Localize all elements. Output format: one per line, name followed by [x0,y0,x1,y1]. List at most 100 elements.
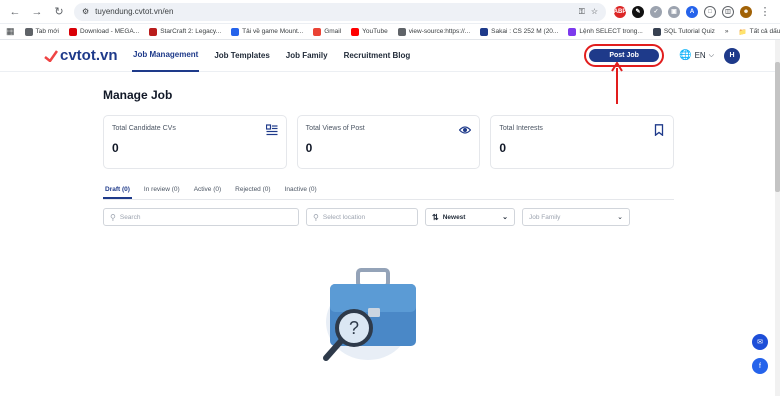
site-info-icon[interactable]: ⚙ [82,7,89,16]
stat-value: 0 [112,141,119,155]
bookmark-item[interactable]: StarCraft 2: Legacy... [149,27,222,36]
page-title: Manage Job [103,88,173,102]
bookmark-item[interactable]: Tải về game Mount... [231,27,304,36]
bookmark-item[interactable]: Sakai : CS 252 M (20... [480,27,559,36]
bookmark-label: Download - MEGA... [79,28,140,35]
extensions-area: ABP ✎ ✓ ▣ A □ ◫ ☻ ⋮ [614,5,772,19]
nav-job-templates[interactable]: Job Templates [213,40,270,72]
sort-select[interactable]: ⇅ Newest ⌄ [425,208,515,226]
bookmark-item[interactable]: Download - MEGA... [68,27,140,36]
bookmark-label: Sakai : CS 252 M (20... [491,28,559,35]
bookmark-label: view-source:https://... [408,28,471,35]
language-selector[interactable]: 🌐 EN ⌵ [679,50,714,61]
location-pin-icon: ⚲ [313,212,319,222]
bookmark-favicon-icon [24,27,33,36]
all-bookmarks-label: Tất cả dấu trang [749,28,780,35]
nav-job-family[interactable]: Job Family [285,40,329,72]
stat-label: Total Candidate CVs [112,125,176,132]
job-family-placeholder: Job Family [529,213,561,221]
apps-icon[interactable]: ▦ [6,26,15,37]
url-text: tuyendung.cvtot.vn/en [95,7,174,16]
all-bookmarks-folder[interactable]: 📁Tất cả dấu trang [739,28,780,36]
app-header: cvtot.vn Job Management Job Templates Jo… [0,40,780,72]
tab-draft[interactable]: Draft (0) [103,182,132,199]
avatar[interactable]: H [724,47,740,64]
bookmark-favicon-icon [351,27,360,36]
folder-icon: 📁 [738,28,747,36]
back-icon[interactable]: ← [8,5,22,19]
location-placeholder: Select location [322,213,366,221]
scrollbar-thumb[interactable] [775,62,780,192]
stats-row: Total Candidate CVs 0 Total Views of Pos… [103,115,675,169]
bookmark-label: Tải về game Mount... [242,28,304,35]
stat-card-interests: Total Interests 0 [490,115,675,169]
bookmark-item[interactable]: SQL Tutorial Quiz [652,27,715,36]
search-input[interactable]: ⚲ Search [103,208,299,226]
bookmark-label: Tab mới [35,28,59,35]
bookmark-favicon-icon [397,27,406,36]
bookmark-label: StarCraft 2: Legacy... [160,28,222,35]
post-job-button[interactable]: Post Job [584,44,665,67]
sidepanel-icon[interactable]: ◫ [722,5,734,18]
tab-inactive[interactable]: Inactive (0) [283,182,319,199]
bookmark-favicon-icon [231,27,240,36]
bookmark-item[interactable]: view-source:https://... [397,27,471,36]
key-icon[interactable]: ⚿ [579,7,585,17]
menu-dots-icon[interactable]: ⋮ [758,5,772,19]
shield-extension-icon[interactable]: ▣ [668,5,680,18]
bookmark-item[interactable]: Gmail [313,27,342,36]
forward-icon[interactable]: → [30,5,44,19]
logo[interactable]: cvtot.vn [44,47,128,64]
location-select[interactable]: ⚲ Select location [306,208,418,226]
main-content: Manage Job Total Candidate CVs 0 Total V… [0,88,780,226]
profile-avatar-icon[interactable]: ☻ [740,5,752,18]
nav-recruitment-blog[interactable]: Recruitment Blog [343,40,412,72]
nav-job-management[interactable]: Job Management [132,40,200,72]
chevron-down-icon: ⌵ [708,51,714,59]
logo-text: cvtot.vn [60,47,118,64]
stat-value: 0 [499,141,507,155]
eye-icon [459,126,472,134]
bookmark-label: SQL Tutorial Quiz [663,28,715,35]
bookmark-favicon-icon [480,27,489,36]
logo-mark-icon [44,49,58,62]
adblock-icon[interactable]: ABP [614,5,626,18]
bookmark-favicon-icon [568,27,577,36]
globe-icon: 🌐 [679,50,692,61]
stat-value: 0 [305,141,313,155]
facebook-messenger-button[interactable]: f [752,358,768,374]
bookmark-label: Gmail [324,28,342,35]
job-family-select[interactable]: Job Family ⌄ [522,208,630,226]
stat-label: Total Interests [499,125,543,132]
bookmark-favicon-icon [652,27,661,36]
bookmark-favicon-icon [313,27,322,36]
extension-icon[interactable]: ✓ [650,5,662,18]
main-nav: Job Management Job Templates Job Family … [132,40,411,72]
chat-widget-button[interactable]: ✉ [752,334,768,350]
bookmark-favicon-icon [149,27,158,36]
chevron-down-icon: ⌄ [502,214,508,221]
bookmark-item[interactable]: Tab mới [24,27,59,36]
browser-toolbar: ← → ↻ ⚙ tuyendung.cvtot.vn/en ⚿ ☆ ABP ✎ … [0,0,780,24]
sort-icon: ⇅ [432,212,439,222]
tab-active[interactable]: Active (0) [192,182,223,199]
bookmark-label: YouTube [362,28,388,35]
reload-icon[interactable]: ↻ [52,5,66,19]
search-placeholder: Search [119,213,141,221]
translate-icon[interactable]: A [686,5,698,18]
tab-rejected[interactable]: Rejected (0) [233,182,272,199]
address-bar[interactable]: ⚙ tuyendung.cvtot.vn/en ⚿ ☆ [74,2,606,21]
bookmarks-bar: ▦ Tab mới Download - MEGA... StarCraft 2: … [0,24,780,40]
bookmarks-more-icon[interactable]: » [725,28,729,35]
bookmark-item[interactable]: Lệnh SELECT trong... [568,27,643,36]
empty-state-briefcase-icon: ? [323,268,416,361]
chevron-down-icon: ⌄ [617,214,623,221]
svg-text:?: ? [349,318,359,338]
stat-card-views: Total Views of Post 0 [296,115,481,169]
sort-label: Newest [442,213,466,221]
star-icon[interactable]: ☆ [591,7,598,16]
puzzle-icon[interactable]: □ [704,5,716,18]
tab-in-review[interactable]: In review (0) [142,182,182,199]
pen-icon[interactable]: ✎ [632,5,644,18]
bookmark-item[interactable]: YouTube [351,27,388,36]
